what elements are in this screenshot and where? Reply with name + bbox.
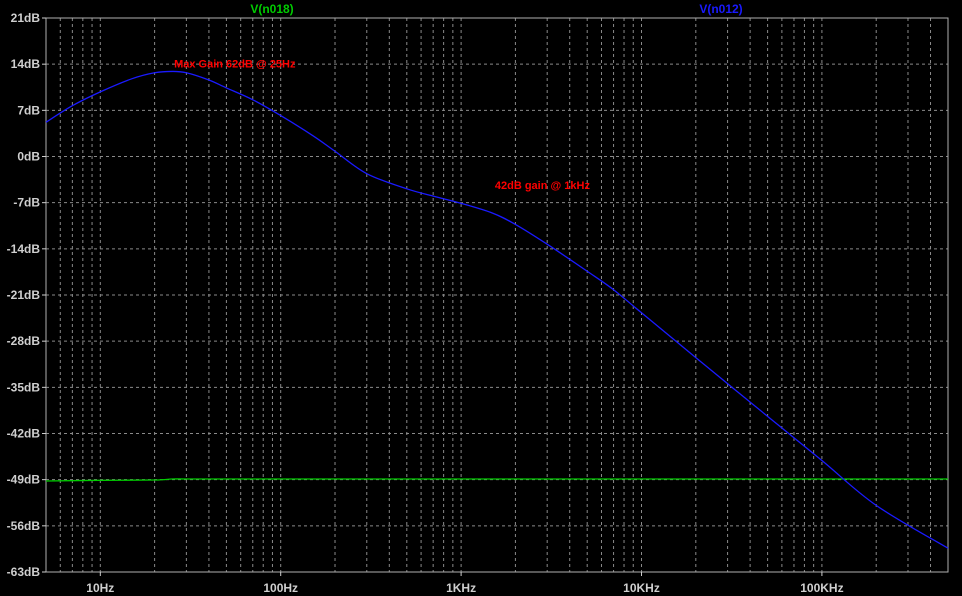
annotation-label: Max Gain 62dB @ 25Hz: [174, 59, 296, 71]
series-layer: [45, 70, 949, 549]
y-tick-label: -7dB: [13, 196, 40, 210]
y-tick-label: -49dB: [7, 473, 41, 487]
y-tick-label: -35dB: [7, 380, 41, 394]
legend: V(n018) V(n012): [250, 2, 742, 16]
annotations: Max Gain 62dB @ 25Hz 42dB gain @ 1kHz: [174, 59, 590, 192]
y-tick-label: -14dB: [7, 242, 41, 256]
y-tick-label: -21dB: [7, 288, 41, 302]
y-tick-label: -56dB: [7, 519, 41, 533]
legend-entry-vn018: V(n018): [250, 2, 293, 16]
x-tick-label: 100Hz: [263, 581, 298, 595]
y-tick-label: -28dB: [7, 334, 41, 348]
annotation-label: 42dB gain @ 1kHz: [495, 180, 591, 192]
series-line-vn012: [45, 70, 949, 549]
y-tick-label: 0dB: [17, 150, 40, 164]
y-tick-label: -42dB: [7, 427, 41, 441]
y-tick-label: 7dB: [17, 103, 40, 117]
y-tick-label: -63dB: [7, 565, 41, 579]
x-tick-label: 100KHz: [800, 581, 843, 595]
grid: [45, 17, 949, 573]
x-tick-label: 10Hz: [86, 581, 114, 595]
y-tick-label: 14dB: [11, 57, 41, 71]
y-tick-labels: 21dB 14dB 7dB 0dB -7dB -14dB -21dB -28dB -35dB -4…: [7, 11, 46, 579]
legend-entry-vn012: V(n012): [699, 2, 742, 16]
x-tick-labels: 10Hz 100Hz 1KHz 10KHz 100KHz: [86, 572, 844, 595]
x-tick-label: 10KHz: [623, 581, 660, 595]
y-tick-label: 21dB: [11, 11, 41, 25]
x-tick-label: 1KHz: [446, 581, 476, 595]
chart-svg: V(n018) V(n012) Max Gain 62dB @ 25Hz 42dB …: [7, 2, 949, 595]
